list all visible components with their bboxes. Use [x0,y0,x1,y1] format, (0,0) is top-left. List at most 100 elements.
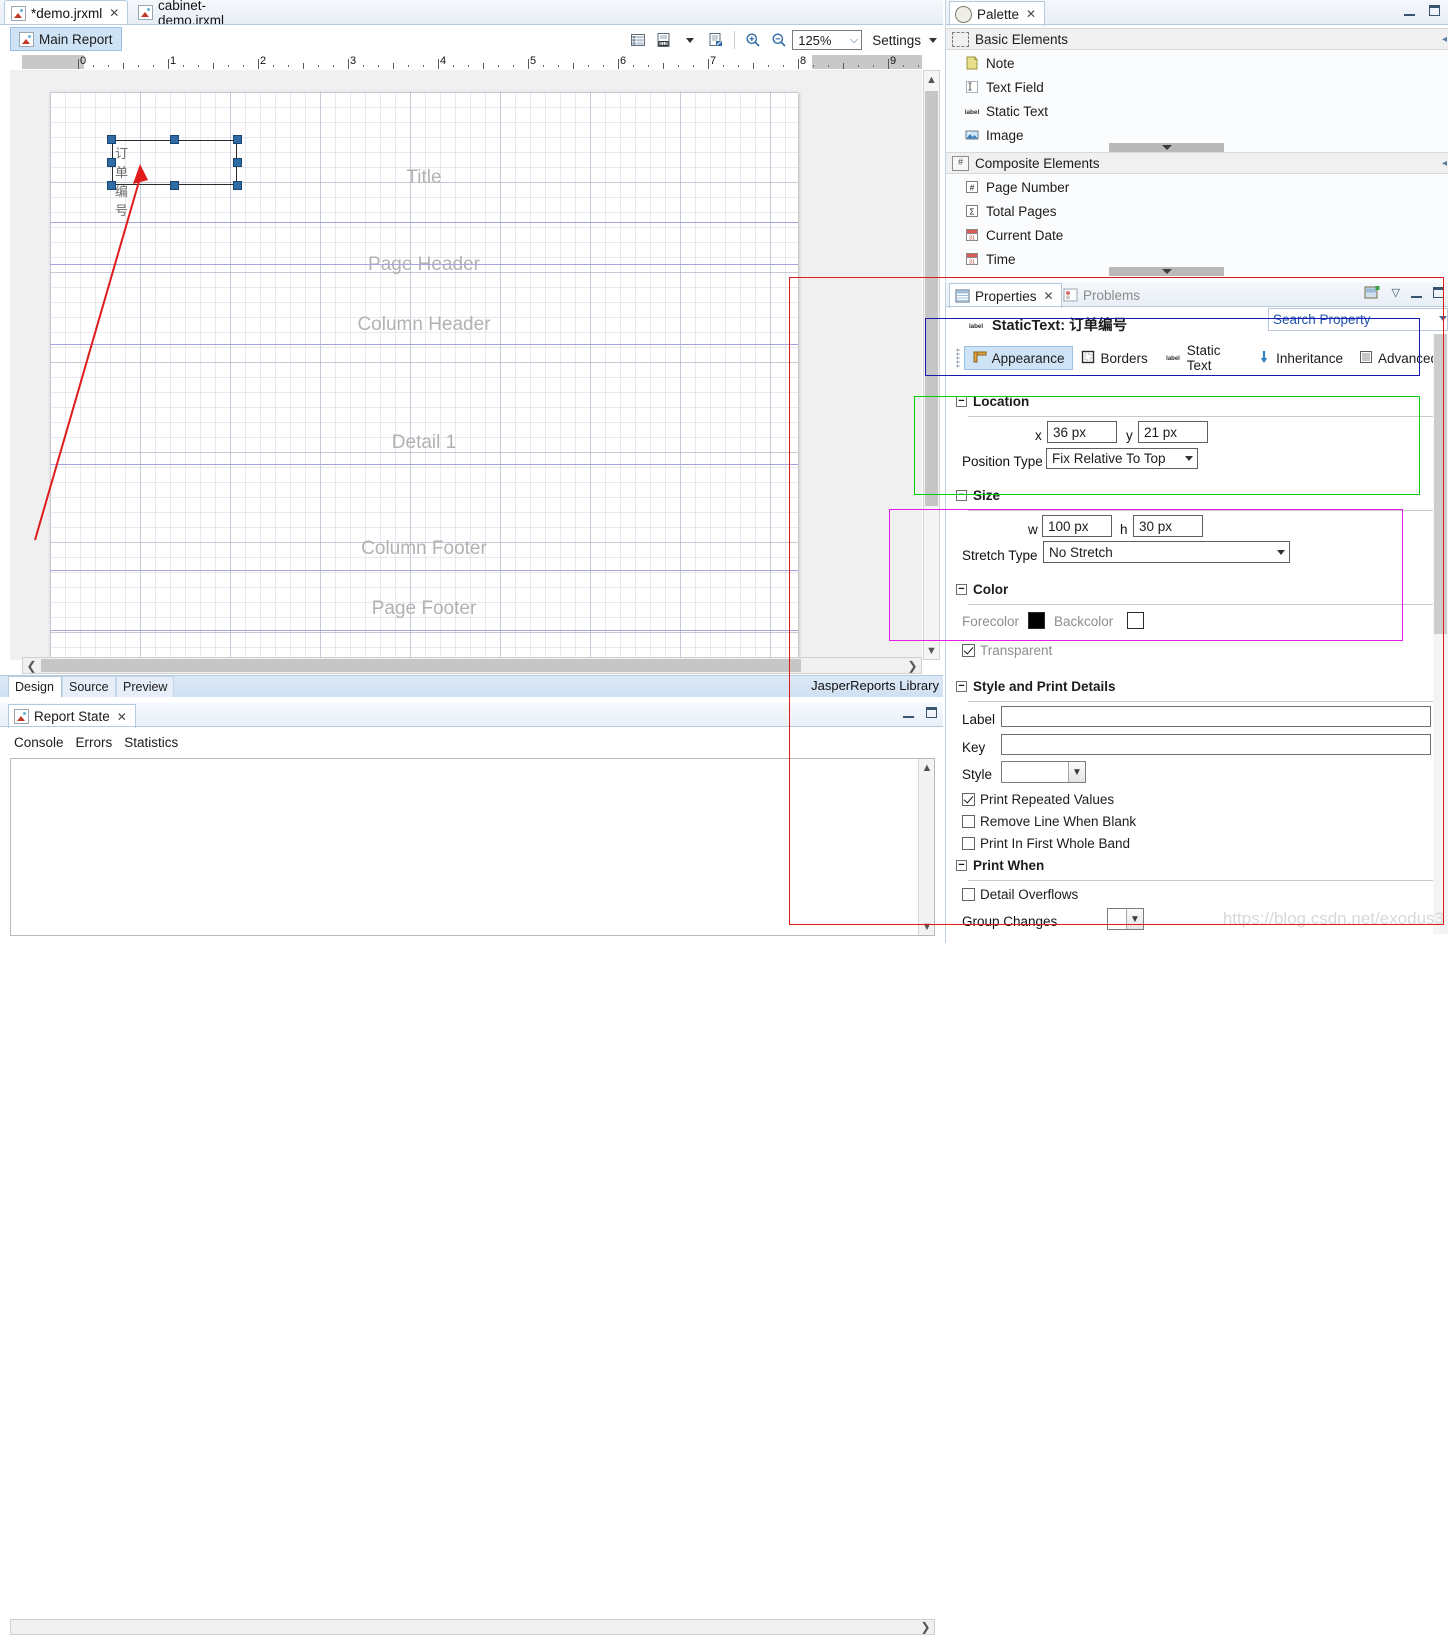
collapse-icon[interactable]: ◂ [1442,34,1447,45]
collapse-icon[interactable]: − [956,396,967,407]
backcolor-swatch[interactable] [1127,612,1144,629]
band-separator[interactable] [50,222,798,223]
palette-scroll-down-basic[interactable] [1109,143,1224,152]
palette-item-image[interactable]: Image [964,124,1024,146]
scroll-right-icon[interactable]: ❯ [917,1620,934,1634]
vscroll-thumb[interactable] [925,91,938,506]
settings-button[interactable]: Settings [872,33,937,48]
ptab-static-text[interactable]: label Static Text [1156,343,1249,373]
file-tab-cabinet-demo[interactable]: cabinet-demo.jrxml [132,0,277,28]
print-in-first-whole-band-checkbox[interactable] [962,837,975,850]
tab-palette[interactable]: Palette ✕ [949,1,1046,26]
new-view-icon[interactable] [1364,285,1381,300]
palette-scroll-down-composite[interactable] [1109,267,1224,276]
ptab-appearance[interactable]: Appearance [963,346,1074,370]
maximize-icon[interactable] [1433,287,1444,298]
print-repeated-values-row[interactable]: Print Repeated Values [962,792,1114,807]
view-menu-icon[interactable]: ▽ [1392,286,1400,299]
file-tab-demo[interactable]: *demo.jrxml ✕ [4,0,128,25]
band-label-column-footer[interactable]: Column Footer [50,538,798,560]
properties-vertical-scrollbar[interactable] [1433,334,1448,934]
section-location[interactable]: − Location [956,394,1029,409]
resize-handle-w[interactable] [107,158,116,167]
scroll-up-icon[interactable]: ▲ [924,71,939,88]
y-input[interactable]: 21 px [1138,421,1208,443]
band-label-column-header[interactable]: Column Header [50,314,798,336]
band-label-page-footer[interactable]: Page Footer [50,598,798,620]
section-print-when[interactable]: − Print When [956,858,1044,873]
resize-handle-se[interactable] [233,181,242,190]
numbering-icon[interactable]: 010 [651,28,677,52]
band-separator[interactable] [50,344,798,345]
transparent-checkbox[interactable] [962,644,975,657]
scroll-left-icon[interactable]: ❮ [23,658,40,673]
resize-handle-s[interactable] [170,181,179,190]
tab-main-report[interactable]: Main Report [10,27,122,51]
section-style-print-details[interactable]: − Style and Print Details [956,679,1116,694]
resize-handle-n[interactable] [170,135,179,144]
report-page[interactable]: Title Page Header Column Header Detail 1 Col… [50,92,798,660]
collapse-icon[interactable]: − [956,860,967,871]
canvas-vertical-scrollbar[interactable]: ▲ ▼ [923,70,940,660]
tab-design[interactable]: Design [8,676,62,697]
tab-properties[interactable]: Properties ✕ [949,283,1062,308]
x-input[interactable]: 36 px [1047,421,1117,443]
hscroll-thumb[interactable] [41,659,801,672]
chevron-down-icon[interactable] [1439,316,1447,321]
band-separator[interactable] [50,630,798,631]
palette-item-page-number[interactable]: # Page Number [964,176,1069,198]
maximize-icon[interactable] [926,707,937,718]
zoom-level-combo[interactable]: 125% ⌵ [792,30,863,50]
band-separator[interactable] [50,264,798,265]
minimize-icon[interactable] [1404,5,1415,16]
canvas-horizontal-scrollbar[interactable]: ❮ ❯ [22,657,922,674]
remove-line-when-blank-row[interactable]: Remove Line When Blank [962,814,1136,829]
properties-scroll-thumb[interactable] [1434,334,1447,634]
tab-report-state[interactable]: Report State ✕ [8,704,136,728]
collapse-icon[interactable]: − [956,490,967,501]
palette-item-text-field[interactable]: Text Field [964,76,1044,98]
resize-handle-e[interactable] [233,158,242,167]
h-input[interactable]: 30 px [1133,515,1203,537]
console-vertical-scrollbar[interactable]: ▲ ▼ [918,759,934,935]
subtab-errors[interactable]: Errors [76,735,113,750]
band-separator[interactable] [50,464,798,465]
palette-item-static-text[interactable]: label Static Text [964,100,1048,122]
section-color[interactable]: − Color [956,582,1008,597]
palette-item-total-pages[interactable]: Σ Total Pages [964,200,1057,222]
group-changes-select[interactable]: ▼ [1107,908,1144,930]
ptab-inheritance[interactable]: Inheritance [1249,346,1351,370]
scroll-up-icon[interactable]: ▲ [919,759,935,776]
console-output-area[interactable]: ▲ ▼ [10,758,935,936]
drag-grip-icon[interactable] [956,348,960,368]
ptab-borders[interactable]: Borders [1073,346,1155,370]
resize-handle-sw[interactable] [107,181,116,190]
resize-handle-nw[interactable] [107,135,116,144]
console-horizontal-scrollbar[interactable]: ❯ [10,1619,935,1635]
zoom-in-icon[interactable] [740,28,766,52]
subtab-statistics[interactable]: Statistics [124,735,178,750]
forecolor-swatch[interactable] [1028,612,1045,629]
chevron-down-icon[interactable]: ▼ [1068,762,1085,782]
collapse-icon[interactable]: − [956,681,967,692]
w-input[interactable]: 100 px [1042,515,1112,537]
collapse-icon[interactable]: ◂ [1442,158,1447,169]
scroll-down-icon[interactable]: ▼ [919,918,935,935]
key-input[interactable] [1001,734,1431,755]
search-property-input[interactable]: Search Property [1268,308,1448,331]
export-icon[interactable] [703,28,729,52]
band-separator[interactable] [50,570,798,571]
label-input[interactable] [1001,706,1431,727]
minimize-icon[interactable] [1411,287,1422,298]
bands-icon[interactable] [625,28,651,52]
palette-item-time[interactable]: 31 Time [964,248,1016,270]
transparent-checkbox-row[interactable]: Transparent [962,643,1052,658]
band-label-page-header[interactable]: Page Header [50,254,798,276]
tab-preview[interactable]: Preview [116,676,174,697]
palette-item-current-date[interactable]: 31 Current Date [964,224,1063,246]
style-select[interactable]: ▼ [1001,761,1086,783]
detail-overflows-checkbox[interactable] [962,888,975,901]
remove-line-when-blank-checkbox[interactable] [962,815,975,828]
section-size[interactable]: − Size [956,488,1000,503]
close-icon[interactable]: ✕ [117,710,127,724]
